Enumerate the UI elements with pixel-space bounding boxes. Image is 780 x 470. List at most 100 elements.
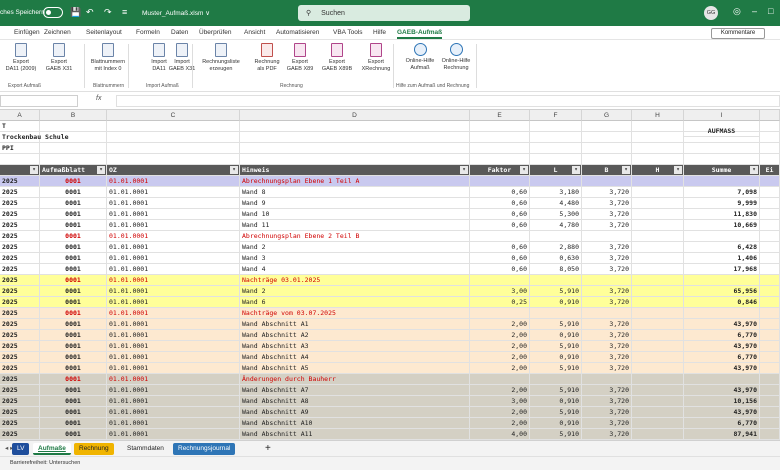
table-header-2[interactable]: OZ ▾ (107, 165, 240, 176)
window-title[interactable]: Muster_Aufmaß.xlsm ∨ (142, 9, 210, 17)
table-cell-g: 3,720 (582, 198, 632, 209)
column-header-F[interactable]: F (530, 110, 582, 121)
sheet-tab-1[interactable]: Aufmaße (33, 443, 71, 455)
ribbon-button-1[interactable]: Export GAEB X31 (40, 43, 78, 73)
column-header-D[interactable]: D (240, 110, 470, 121)
redo-icon[interactable]: ↷ (104, 7, 112, 18)
column-header-j[interactable] (760, 110, 780, 121)
column-header-A[interactable]: A (0, 110, 40, 121)
table-cell-b: 0001 (40, 176, 107, 187)
table-cell-c: 01.01.0001 (107, 418, 240, 429)
spreadsheet-grid[interactable]: A B C D E F G H I T Trockenbau Schule PPI AUFMASS ▾ Au… (0, 110, 780, 440)
table-cell-i: 6,770 (684, 330, 760, 341)
ribbon-button-0[interactable]: Export DA11 (2009) (2, 43, 40, 73)
document-icon (102, 43, 114, 57)
sheet-tab-4[interactable]: Rechnungsjournal (173, 443, 236, 455)
ribbon-button-8[interactable]: Export GAEB X89B (318, 43, 356, 73)
ribbon-button-9[interactable]: Export XRechnung (357, 43, 395, 73)
comments-button[interactable]: Kommentare (711, 28, 765, 39)
filter-dropdown-icon[interactable]: ▾ (460, 166, 468, 174)
table-cell-b: 0001 (40, 385, 107, 396)
empty-cell (760, 275, 780, 286)
table-header-0[interactable]: ▾ (0, 165, 40, 176)
menu-tab-5[interactable]: Überprüfen (199, 29, 232, 36)
menu-tab-7[interactable]: Automatisieren (276, 29, 319, 36)
restore-icon[interactable]: □ (768, 6, 773, 16)
table-header-6[interactable]: B ▾ (582, 165, 632, 176)
fx-icon[interactable]: fx (96, 95, 101, 102)
empty-cell (760, 407, 780, 418)
filter-dropdown-icon[interactable]: ▾ (622, 166, 630, 174)
filter-dropdown-icon[interactable]: ▾ (750, 166, 758, 174)
save-icon[interactable]: 💾 (70, 7, 81, 18)
menu-tab-4[interactable]: Daten (171, 29, 188, 36)
menu-tab-0[interactable]: Einfügen (14, 29, 40, 36)
ribbon-button-4[interactable]: Import GAEB X31 (163, 43, 201, 73)
table-cell-e: 3,00 (470, 396, 530, 407)
table-cell-g: 3,720 (582, 286, 632, 297)
table-cell-f: 0,910 (530, 297, 582, 308)
autosave-toggle[interactable] (43, 7, 63, 18)
minimize-icon[interactable]: – (752, 6, 757, 16)
menu-tab-10[interactable]: GAEB-Aufmaß (397, 29, 443, 39)
info-cell: PPI (0, 143, 40, 154)
sheet-tab-2[interactable]: Rechnung (74, 443, 114, 455)
header-label: Summe (711, 166, 732, 174)
header-label: Hinweis (242, 166, 270, 174)
ribbon-button-10[interactable]: Online-Hilfe Aufmaß (401, 43, 439, 72)
table-cell-c: 01.01.0001 (107, 352, 240, 363)
info-cell: T (0, 121, 40, 132)
empty-cell (107, 143, 240, 154)
column-header-C[interactable]: C (107, 110, 240, 121)
name-box[interactable] (0, 95, 78, 107)
filter-dropdown-icon[interactable]: ▾ (520, 166, 528, 174)
menu-tab-1[interactable]: Zeichnen (44, 29, 71, 36)
ribbon-button-7[interactable]: Export GAEB X89 (281, 43, 319, 73)
column-header-I[interactable]: I (684, 110, 760, 121)
column-header-G[interactable]: G (582, 110, 632, 121)
undo-icon[interactable]: ↶ (86, 7, 94, 18)
sheet-tab-3[interactable]: Stammdaten (122, 443, 169, 455)
table-cell-i (684, 308, 760, 319)
table-cell-d: Wand 6 (240, 297, 470, 308)
table-cell-a: 2025 (0, 253, 40, 264)
table-header-5[interactable]: L ▾ (530, 165, 582, 176)
column-header-E[interactable]: E (470, 110, 530, 121)
table-header-4[interactable]: Faktor ▾ (470, 165, 530, 176)
filter-dropdown-icon[interactable]: ▾ (30, 166, 38, 174)
table-header-3[interactable]: Hinweis ▾ (240, 165, 470, 176)
menu-tab-2[interactable]: Seitenlayout (86, 29, 122, 36)
table-header-7[interactable]: H ▾ (632, 165, 684, 176)
lightbulb-icon[interactable]: ◎ (733, 6, 741, 17)
formula-input[interactable] (116, 95, 780, 107)
column-header-B[interactable]: B (40, 110, 107, 121)
table-header-1[interactable]: Aufmaßblatt ▾ (40, 165, 107, 176)
filter-dropdown-icon[interactable]: ▾ (572, 166, 580, 174)
filter-dropdown-icon[interactable]: ▾ (230, 166, 238, 174)
menu-tab-9[interactable]: Hilfe (373, 29, 386, 36)
table-cell-c: 01.01.0001 (107, 363, 240, 374)
filter-dropdown-icon[interactable]: ▾ (97, 166, 105, 174)
table-cell-c: 01.01.0001 (107, 319, 240, 330)
ribbon-button-2[interactable]: Blattnummern mit Index 0 (89, 43, 127, 73)
sheet-tab-0[interactable]: LV (12, 443, 30, 455)
column-header-H[interactable]: H (632, 110, 684, 121)
menu-tab-6[interactable]: Ansicht (244, 29, 265, 36)
filter-dropdown-icon[interactable]: ▾ (674, 166, 682, 174)
menu-tab-8[interactable]: VBA Tools (333, 29, 363, 36)
more-icon[interactable]: ≡ (122, 7, 127, 17)
table-header-9[interactable]: Ei (760, 165, 780, 176)
empty-cell (470, 132, 530, 143)
accessibility-status[interactable]: Barrierefreiheit: Untersuchen (10, 460, 80, 466)
avatar[interactable]: GG (704, 6, 718, 20)
ribbon-button-5[interactable]: Rechnungsliste erzeugen (198, 43, 244, 73)
formula-bar: fx (0, 92, 780, 110)
search-input[interactable]: ⚲ Suchen (298, 5, 470, 21)
header-label: B (604, 166, 609, 174)
menu-tab-3[interactable]: Formeln (136, 29, 160, 36)
sheet-title: AUFMASS (684, 126, 760, 137)
table-cell-c: 01.01.0001 (107, 176, 240, 187)
add-sheet-button[interactable]: + (260, 443, 276, 455)
ribbon-button-11[interactable]: Online-Hilfe Rechnung (437, 43, 475, 72)
table-header-8[interactable]: Summe ▾ (684, 165, 760, 176)
